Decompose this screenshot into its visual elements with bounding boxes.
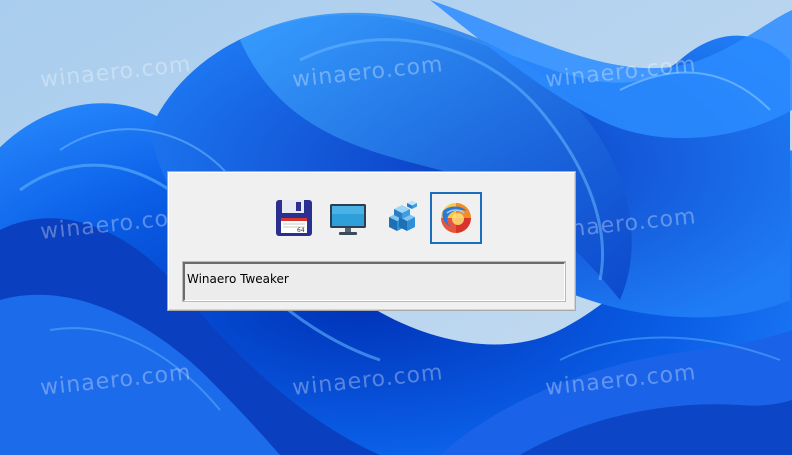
- switcher-item-save[interactable]: 64: [268, 192, 320, 244]
- window-icon-row: 64: [268, 192, 482, 244]
- alt-tab-switcher: 64 Winaero Tweaker: [167, 171, 576, 311]
- selected-window-title-box: Winaero Tweaker: [182, 261, 566, 302]
- registry-editor-icon: [389, 200, 417, 231]
- switcher-item-winaero-tweaker[interactable]: [430, 192, 482, 244]
- floppy-disk-icon: 64: [276, 200, 312, 236]
- selected-window-title: Winaero Tweaker: [187, 272, 289, 286]
- switcher-item-desktop[interactable]: [322, 192, 374, 244]
- switcher-item-registry-editor[interactable]: [376, 192, 428, 244]
- svg-text:64: 64: [297, 227, 305, 234]
- winaero-tweaker-icon: [441, 203, 471, 233]
- monitor-icon: [330, 204, 366, 235]
- desktop: winaero.com winaero.com winaero.com wina…: [0, 0, 792, 455]
